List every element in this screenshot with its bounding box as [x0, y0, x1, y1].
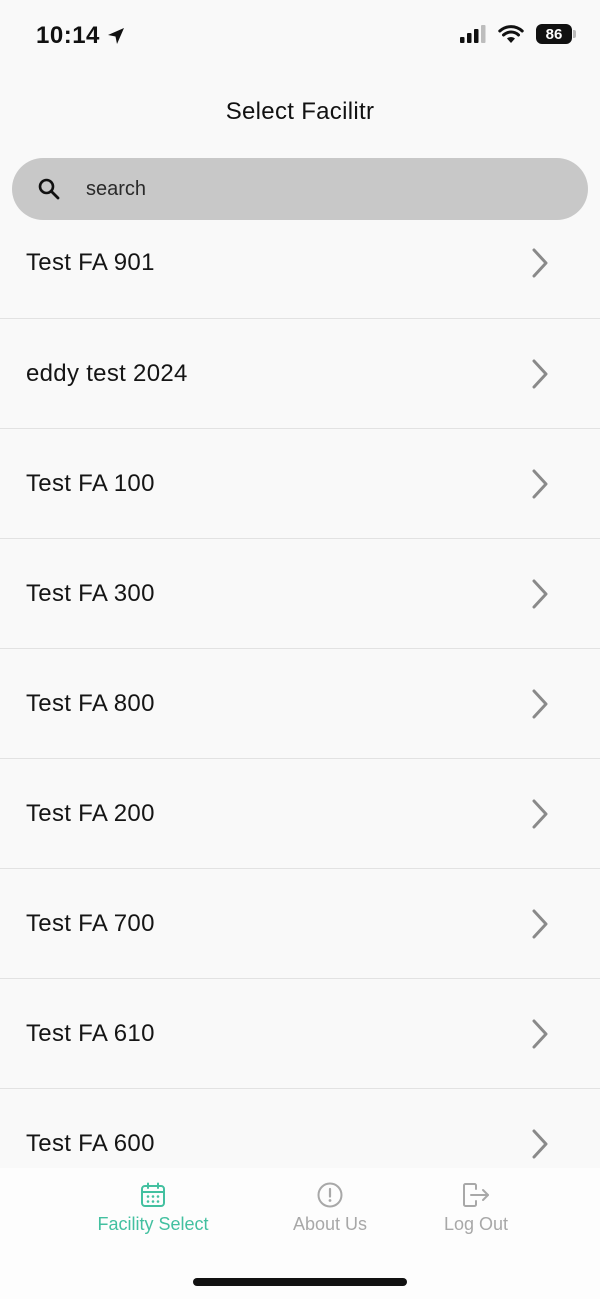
list-item[interactable]: Test FA 300 — [0, 539, 600, 649]
calendar-icon — [141, 1182, 165, 1207]
list-item[interactable]: Test FA 610 — [0, 979, 600, 1089]
wifi-icon — [498, 25, 524, 43]
battery-level: 86 — [545, 25, 563, 43]
tab-about-us-label: About Us — [292, 1214, 368, 1234]
chevron-right-icon — [532, 799, 548, 828]
chevron-right-icon — [532, 248, 548, 278]
list-item[interactable]: Test FA 600 — [0, 1089, 600, 1168]
tab-log-out-label: Log Out — [443, 1214, 509, 1234]
page-title: Select Facilitr — [225, 98, 375, 125]
list-item-label: Test FA 100 — [26, 469, 155, 497]
list-item-label: Test FA 700 — [26, 909, 155, 937]
info-circle-icon — [317, 1182, 343, 1208]
list-item-label: Test FA 800 — [26, 689, 155, 717]
cellular-signal-icon — [460, 25, 486, 43]
tab-facility-select[interactable]: Facility Select — [88, 1182, 218, 1235]
list-item[interactable]: Test FA 200 — [0, 759, 600, 869]
status-icons: 86 — [460, 24, 576, 44]
search-icon — [38, 178, 60, 200]
search-input[interactable] — [84, 176, 528, 202]
list-item[interactable]: eddy test 2024 — [0, 319, 600, 429]
chevron-right-icon — [532, 909, 548, 938]
list-item-label: Test FA 600 — [26, 1129, 155, 1157]
chevron-right-icon — [532, 1129, 548, 1158]
list-item-label: Test FA 300 — [26, 579, 155, 607]
list-item[interactable]: Test FA 901 — [0, 208, 600, 319]
list-item-label: eddy test 2024 — [26, 359, 188, 387]
chevron-right-icon — [532, 1019, 548, 1048]
tab-facility-select-label: Facility Select — [97, 1214, 209, 1234]
status-bar: 10:14 86 — [0, 0, 600, 76]
chevron-right-icon — [532, 469, 548, 498]
logout-icon — [463, 1183, 489, 1207]
list-item[interactable]: Test FA 800 — [0, 649, 600, 759]
chevron-right-icon — [532, 689, 548, 718]
chevron-right-icon — [532, 359, 548, 388]
list-item-label: Test FA 200 — [26, 799, 155, 827]
location-arrow-icon — [107, 28, 124, 44]
list-item[interactable]: Test FA 100 — [0, 429, 600, 539]
status-time: 10:14 — [36, 22, 126, 50]
tab-log-out[interactable]: Log Out — [438, 1182, 514, 1235]
tab-about-us[interactable]: About Us — [286, 1182, 374, 1235]
status-time-text: 10:14 — [36, 22, 100, 49]
home-indicator[interactable] — [193, 1278, 407, 1286]
list-item-label: Test FA 901 — [26, 249, 155, 276]
chevron-right-icon — [532, 579, 548, 608]
battery-indicator: 86 — [536, 24, 576, 44]
list-item[interactable]: Test FA 700 — [0, 869, 600, 979]
list-item-label: Test FA 610 — [26, 1019, 155, 1047]
facility-list: Test FA 901 eddy test 2024 Test FA 100 T… — [0, 208, 600, 1168]
